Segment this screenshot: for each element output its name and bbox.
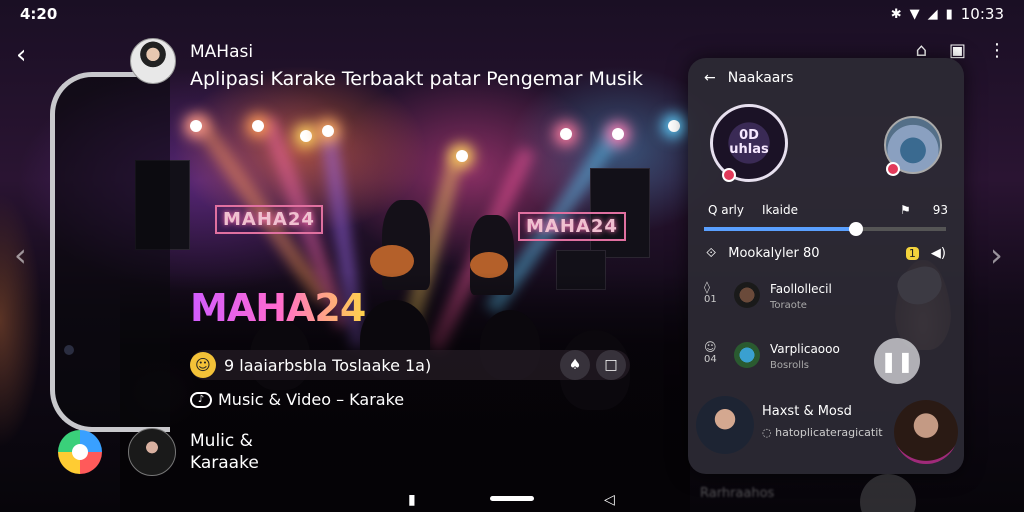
status-time-left: 4:20: [20, 5, 58, 23]
pause-button[interactable]: ❚❚: [874, 338, 920, 384]
more-options-icon[interactable]: ⋮: [988, 40, 1006, 61]
previous-arrow-icon[interactable]: ‹: [14, 236, 27, 274]
live-badge-2: [886, 162, 900, 176]
singer-avatar-2: [894, 400, 958, 464]
chevron-left-icon: ‹: [16, 40, 27, 70]
wifi-icon: ▼: [909, 6, 920, 22]
channel-name[interactable]: MAHasi: [190, 42, 253, 62]
stage-sign-left: MAHA24: [215, 205, 323, 234]
side-label[interactable]: Mulic & Karaake: [190, 430, 259, 474]
tabs-row: Q arly Ikaide ⚑ 93: [708, 203, 948, 217]
notification-icon: ✱: [890, 6, 902, 22]
maha24-logo: MAHA24: [190, 286, 366, 330]
side-label-line1: Mulic &: [190, 431, 253, 451]
item-thumbnail: [734, 282, 760, 308]
bell-button[interactable]: ♠: [560, 350, 590, 380]
singer-avatar: [696, 396, 754, 454]
category-row: ♪ Music & Video – Karake: [190, 390, 404, 409]
artist-avatar[interactable]: [128, 428, 176, 476]
tab-karaoke[interactable]: Ikaide: [762, 203, 798, 217]
item-subtitle: Bosrolls: [770, 360, 809, 371]
status-time-right: 10:33: [960, 5, 1004, 23]
panel-title: Naakaars: [727, 70, 794, 86]
progress-track[interactable]: [704, 222, 946, 236]
volume-icon[interactable]: ◀): [931, 246, 946, 261]
signal-icon: ◢: [927, 6, 938, 22]
music-icon: ♪: [190, 391, 212, 408]
square-button[interactable]: □: [596, 350, 626, 380]
back-nav-icon[interactable]: ◁: [604, 492, 615, 508]
smiley-icon: ☺: [190, 352, 216, 378]
progress-knob[interactable]: [849, 222, 864, 236]
info-pill[interactable]: ☺ 9 laaiarbsbla Toslaake 1a) ♠ □: [190, 350, 630, 380]
now-playing-card[interactable]: Haxst & Mosd ◌ hatoplicateragicatit: [696, 396, 958, 468]
tab-early[interactable]: Q arly: [708, 203, 744, 217]
progress-fill: [704, 227, 857, 231]
back-arrow-icon[interactable]: ←: [704, 70, 716, 86]
status-bar: 4:20 ✱ ▼ ◢ ▮ 10:33: [0, 0, 1024, 28]
item-title: Faollollecil: [770, 282, 832, 296]
item-title: Varplicaooo: [770, 342, 840, 356]
item-glyph-icon: ◊: [704, 280, 710, 294]
card-subtitle-text: hatoplicateragicatit: [775, 426, 883, 439]
side-label-line2: Karaake: [190, 453, 259, 473]
stage-sign-right: MAHA24: [518, 212, 626, 241]
phone-frame: [50, 72, 170, 432]
item-thumbnail: [734, 342, 760, 368]
pill-actions: ♠ □: [560, 350, 626, 380]
link-icon: ⟐: [706, 246, 717, 261]
app-launcher-icon[interactable]: [58, 430, 102, 474]
video-title: Aplipasi Karake Terbaakt patar Pengemar …: [190, 68, 644, 90]
recents-icon[interactable]: ▮: [408, 492, 416, 508]
info-line: 9 laaiarbsbla Toslaake 1a): [224, 355, 432, 375]
next-arrow-icon[interactable]: ›: [990, 236, 1003, 274]
flag-icon[interactable]: ⚑: [900, 203, 911, 217]
section-title: Mookalyler 80: [728, 246, 820, 261]
home-pill[interactable]: [490, 496, 534, 501]
back-button[interactable]: ‹: [16, 40, 38, 70]
status-icons: ✱ ▼ ◢ ▮ 10:33: [891, 5, 1004, 23]
card-subtitle: ◌ hatoplicateragicatit: [762, 426, 883, 439]
live-badge: [722, 168, 736, 182]
camera-dot: [64, 345, 74, 355]
panel-header: ← Naakaars: [704, 70, 793, 86]
item-glyph-icon: ☺: [704, 340, 717, 354]
channel-avatar[interactable]: [130, 38, 176, 84]
battery-icon: ▮: [945, 6, 953, 22]
pip-icon[interactable]: ▣: [949, 40, 966, 61]
category-label: Music & Video – Karake: [218, 390, 405, 409]
badge-icon: 1: [905, 247, 919, 260]
item-subtitle: Toraote: [770, 300, 807, 311]
album-art[interactable]: 0D uhlas: [710, 104, 788, 182]
item-number: 01: [704, 294, 717, 305]
card-title: Haxst & Mosd: [762, 404, 852, 419]
bell-icon: ♠: [568, 357, 582, 373]
pause-icon: ❚❚: [880, 349, 914, 373]
square-icon: □: [604, 357, 618, 373]
item-number: 04: [704, 354, 717, 365]
tab-count: 93: [932, 203, 948, 217]
album-art-text: 0D uhlas: [729, 128, 769, 157]
section-header: ⟐ Mookalyler 80 1 ◀): [706, 246, 946, 261]
